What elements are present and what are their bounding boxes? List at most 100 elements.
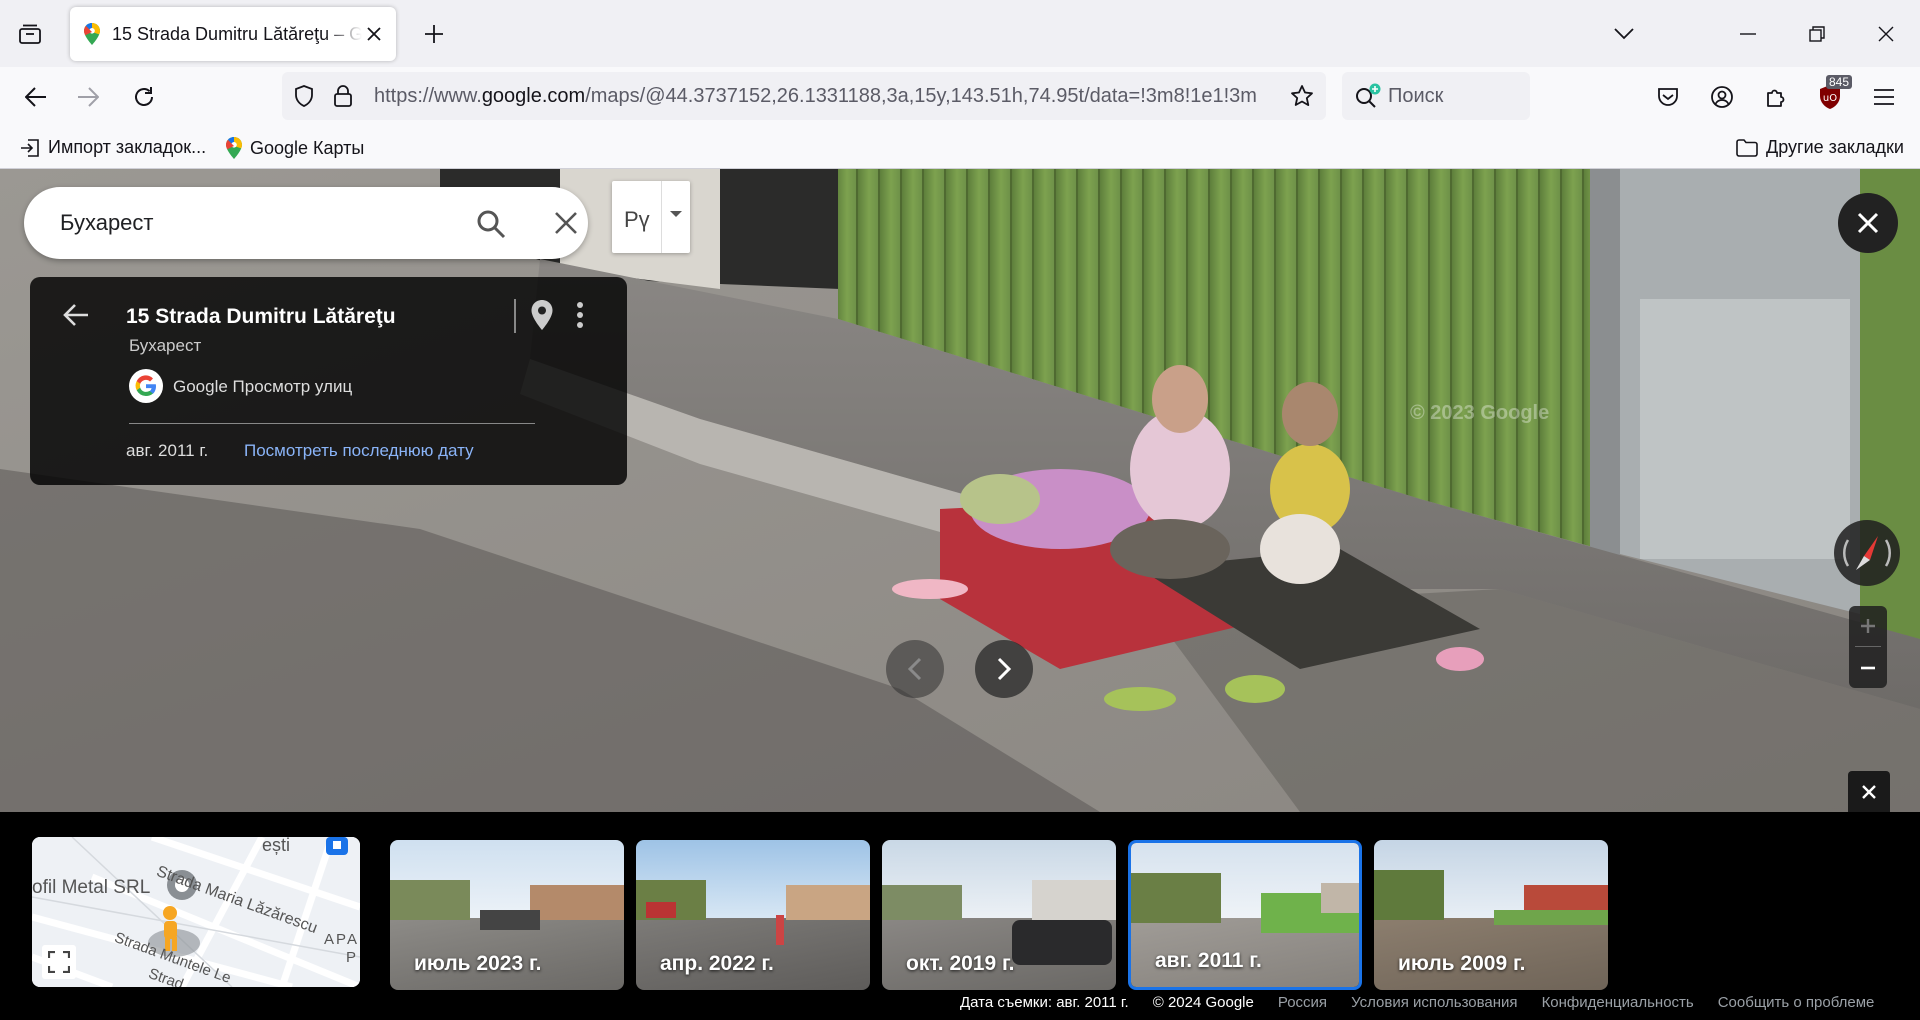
folder-icon xyxy=(1736,138,1758,157)
close-street-view-button[interactable] xyxy=(1838,193,1898,253)
fullscreen-button[interactable] xyxy=(42,945,76,979)
close-icon xyxy=(1857,212,1879,234)
view-latest-date-link[interactable]: Посмотреть последнюю дату xyxy=(244,441,474,461)
app-menu-button[interactable] xyxy=(1866,79,1902,115)
close-icon xyxy=(1878,26,1894,42)
other-bookmarks-folder[interactable]: Другие закладки xyxy=(1736,137,1904,158)
more-vert-icon[interactable] xyxy=(570,299,590,331)
arrow-left-icon xyxy=(25,87,46,107)
language-label: Рү xyxy=(624,207,650,232)
back-button[interactable] xyxy=(18,79,54,115)
arrow-left-icon[interactable] xyxy=(62,301,90,329)
compass-icon xyxy=(1843,536,1891,570)
reload-icon xyxy=(135,87,153,106)
search-bar[interactable]: Поиск xyxy=(1342,72,1530,120)
next-image-button[interactable] xyxy=(975,640,1033,698)
capture-date: авг. 2011 г. xyxy=(126,441,209,460)
bookmarks-toolbar: Импорт закладок... Google Карты Другие з… xyxy=(0,127,1920,169)
lock-icon xyxy=(334,85,352,107)
image-watermark: © 2023 Google xyxy=(1410,402,1549,424)
bookmark-google-maps[interactable]: Google Карты xyxy=(226,137,364,159)
previous-image-button[interactable] xyxy=(886,640,944,698)
tab-close-button[interactable] xyxy=(362,22,386,46)
caret-down-icon[interactable] xyxy=(670,211,682,217)
forward-button[interactable] xyxy=(70,79,106,115)
url-bar[interactable]: https://www.google.com/maps/@44.3737152,… xyxy=(282,72,1326,120)
language-button[interactable]: Рү xyxy=(612,181,690,253)
timeline-date-label: авг. 2011 г. xyxy=(1155,949,1262,972)
zoom-out-button[interactable] xyxy=(1849,648,1887,688)
bookmark-star-icon[interactable] xyxy=(1290,84,1314,108)
navigation-toolbar: https://www.google.com/maps/@44.3737152,… xyxy=(0,67,1920,127)
location-info-card: 15 Strada Dumitru Lătăreţu Бухарест Goog… xyxy=(30,277,627,485)
chevron-left-icon xyxy=(907,657,922,681)
timeline-thumbnail[interactable]: июль 2023 г. xyxy=(390,840,624,990)
footer-country-link[interactable]: Россия xyxy=(1278,994,1327,1011)
mini-map[interactable]: ești Strada Maria Lăzărescu ofil Metal S… xyxy=(32,837,360,987)
street-view-panorama[interactable]: © 2023 Google Бухарест Рү 15 Strada Dumi… xyxy=(0,169,1920,812)
pocket-button[interactable] xyxy=(1650,79,1686,115)
footer-capture-date: Дата съемки: авг. 2011 г. xyxy=(960,994,1129,1011)
new-tab-button[interactable] xyxy=(418,18,450,50)
google-maps-pin-icon xyxy=(226,137,242,159)
clear-search-icon[interactable] xyxy=(554,211,578,235)
timeline-date-label: окт. 2019 г. xyxy=(906,952,1015,975)
language-divider xyxy=(661,181,662,253)
tab-title: 15 Strada Dumitru Lătăreţu – Google Карт… xyxy=(112,23,362,44)
arrow-right-icon xyxy=(78,87,99,107)
minimize-button[interactable] xyxy=(1728,14,1768,54)
active-tab[interactable]: 15 Strada Dumitru Lătăreţu – Google Карт… xyxy=(70,7,396,61)
close-timeline-button[interactable] xyxy=(1848,771,1890,812)
account-icon xyxy=(1711,86,1733,108)
minus-icon xyxy=(1861,666,1875,670)
restore-button[interactable] xyxy=(1797,14,1837,54)
street-view-image: © 2023 Google xyxy=(0,169,1920,812)
bookmark-import[interactable]: Импорт закладок... xyxy=(20,137,206,158)
footer-report-link[interactable]: Сообщить о проблеме xyxy=(1718,994,1875,1011)
url-text: https://www.google.com/maps/@44.3737152,… xyxy=(374,85,1257,107)
minimize-icon xyxy=(1740,33,1756,35)
map-pin-icon[interactable] xyxy=(530,299,554,331)
ublock-extension-button[interactable]: uO 845 xyxy=(1812,75,1852,115)
timeline-thumbnail[interactable]: окт. 2019 г. xyxy=(882,840,1116,990)
zoom-in-button[interactable] xyxy=(1849,606,1887,646)
reload-button[interactable] xyxy=(126,79,162,115)
footer-privacy-link[interactable]: Конфиденциальность xyxy=(1542,994,1694,1011)
maps-search-box[interactable]: Бухарест xyxy=(24,187,588,259)
puzzle-icon xyxy=(1767,89,1785,107)
address-city: Бухарест xyxy=(129,336,202,355)
mini-map-label: ofil Metal SRL xyxy=(32,877,151,898)
street-view-source: Google Просмотр улиц xyxy=(173,377,353,396)
footer-copyright: © 2024 Google xyxy=(1152,994,1254,1011)
tab-bar: 15 Strada Dumitru Lătăreţu – Google Карт… xyxy=(0,0,1920,67)
import-icon xyxy=(21,138,39,157)
mini-map-label: ești xyxy=(262,837,291,855)
timeline-thumbnail[interactable]: июль 2009 г. xyxy=(1374,840,1608,990)
chevron-down-icon xyxy=(1614,28,1634,40)
timeline-thumbnail[interactable]: апр. 2022 г. xyxy=(636,840,870,990)
zoom-divider xyxy=(1855,646,1881,647)
search-icon[interactable] xyxy=(476,209,506,239)
search-input[interactable]: Бухарест xyxy=(60,210,154,236)
tab-list-button[interactable] xyxy=(12,18,48,50)
window-close-button[interactable] xyxy=(1866,14,1906,54)
address-title: 15 Strada Dumitru Lătăreţu xyxy=(126,305,396,328)
timeline-date-label: июль 2009 г. xyxy=(1398,952,1526,975)
list-all-tabs-button[interactable] xyxy=(1604,14,1644,54)
timeline-date-label: апр. 2022 г. xyxy=(660,952,774,975)
compass-control[interactable] xyxy=(1834,520,1900,586)
google-g-icon xyxy=(129,369,163,403)
card-separator xyxy=(129,423,535,424)
maps-footer: Дата съемки: авг. 2011 г. © 2024 Google … xyxy=(960,994,1874,1011)
svg-text:uO: uO xyxy=(1823,93,1837,104)
hamburger-menu-icon xyxy=(1874,89,1894,105)
mini-map-label: АРА xyxy=(324,931,360,948)
footer-terms-link[interactable]: Условия использования xyxy=(1351,994,1518,1011)
pocket-icon xyxy=(1658,88,1678,106)
shield-icon xyxy=(295,85,313,107)
timeline-thumbnail-selected[interactable]: авг. 2011 г. xyxy=(1128,840,1362,990)
extensions-button[interactable] xyxy=(1758,79,1794,115)
account-button[interactable] xyxy=(1704,79,1740,115)
search-placeholder: Поиск xyxy=(1388,85,1444,107)
zoom-control xyxy=(1849,606,1887,688)
